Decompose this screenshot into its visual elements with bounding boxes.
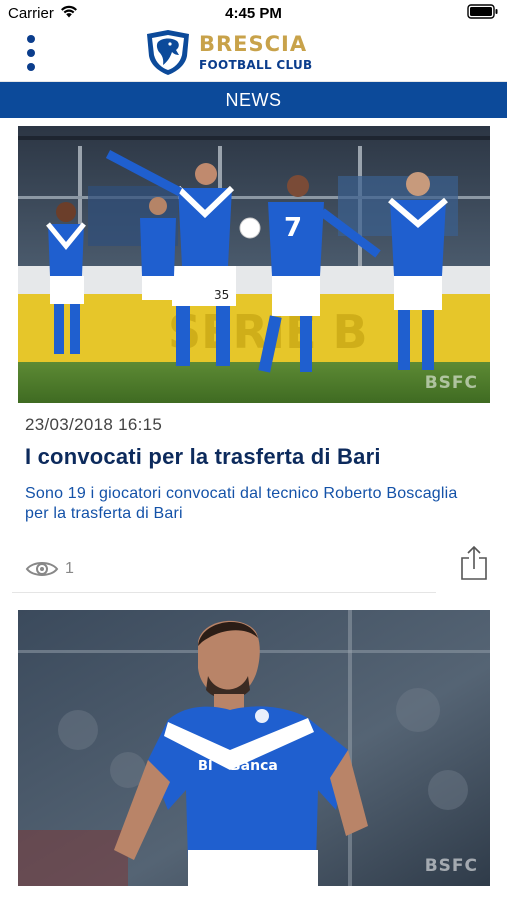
news-card[interactable]: SERIE B 35 7 BSFC 23/03/2018 16:15 I con…: [12, 126, 490, 593]
article-date: 23/03/2018 16:15: [25, 415, 163, 434]
vertical-dots-icon: [27, 35, 35, 43]
player-portrait-photo: BI Banca: [18, 610, 490, 886]
section-title: NEWS: [225, 89, 282, 110]
wifi-icon: [60, 5, 78, 22]
news-card[interactable]: BI Banca BSFC: [18, 610, 490, 886]
news-photo[interactable]: BI Banca BSFC: [18, 610, 490, 886]
club-subtitle: FOOTBALL CLUB: [199, 57, 313, 72]
photo-watermark: BSFC: [424, 856, 478, 876]
club-name: BRESCIA: [199, 31, 308, 56]
news-photo[interactable]: SERIE B 35 7 BSFC: [18, 126, 490, 403]
status-bar: Carrier 4:45 PM: [0, 0, 507, 26]
eye-icon: [25, 562, 59, 576]
carrier-label: Carrier: [8, 4, 54, 22]
status-right: [467, 3, 499, 23]
photo-watermark: BSFC: [424, 373, 478, 393]
players-photo: SERIE B 35 7: [18, 126, 490, 403]
sponsor-text: Banca: [230, 758, 278, 774]
jersey-number: 7: [284, 213, 302, 243]
card-divider: [12, 592, 436, 593]
menu-dot: [27, 63, 35, 71]
battery-icon: [467, 3, 499, 23]
views-counter: 1: [25, 559, 74, 579]
article-summary[interactable]: Sono 19 i giocatori convocati dal tecnic…: [25, 484, 475, 524]
menu-button[interactable]: [20, 32, 42, 74]
club-logo[interactable]: BRESCIA FOOTBALL CLUB: [143, 28, 313, 76]
shorts-number: 35: [214, 288, 229, 302]
status-left: Carrier: [8, 5, 78, 22]
article-footer: 1: [25, 545, 491, 584]
share-button[interactable]: [459, 544, 489, 582]
views-count: 1: [65, 560, 74, 577]
share-icon: [461, 545, 487, 580]
menu-dot: [27, 49, 35, 57]
sponsor-prefix: BI: [198, 759, 213, 774]
article-title[interactable]: I convocati per la trasferta di Bari: [25, 444, 485, 470]
lion-shield-icon: [147, 30, 189, 75]
logo-text: BRESCIA FOOTBALL CLUB: [199, 31, 313, 72]
section-title-bar: NEWS: [0, 82, 507, 118]
app-header: BRESCIA FOOTBALL CLUB: [0, 26, 507, 82]
